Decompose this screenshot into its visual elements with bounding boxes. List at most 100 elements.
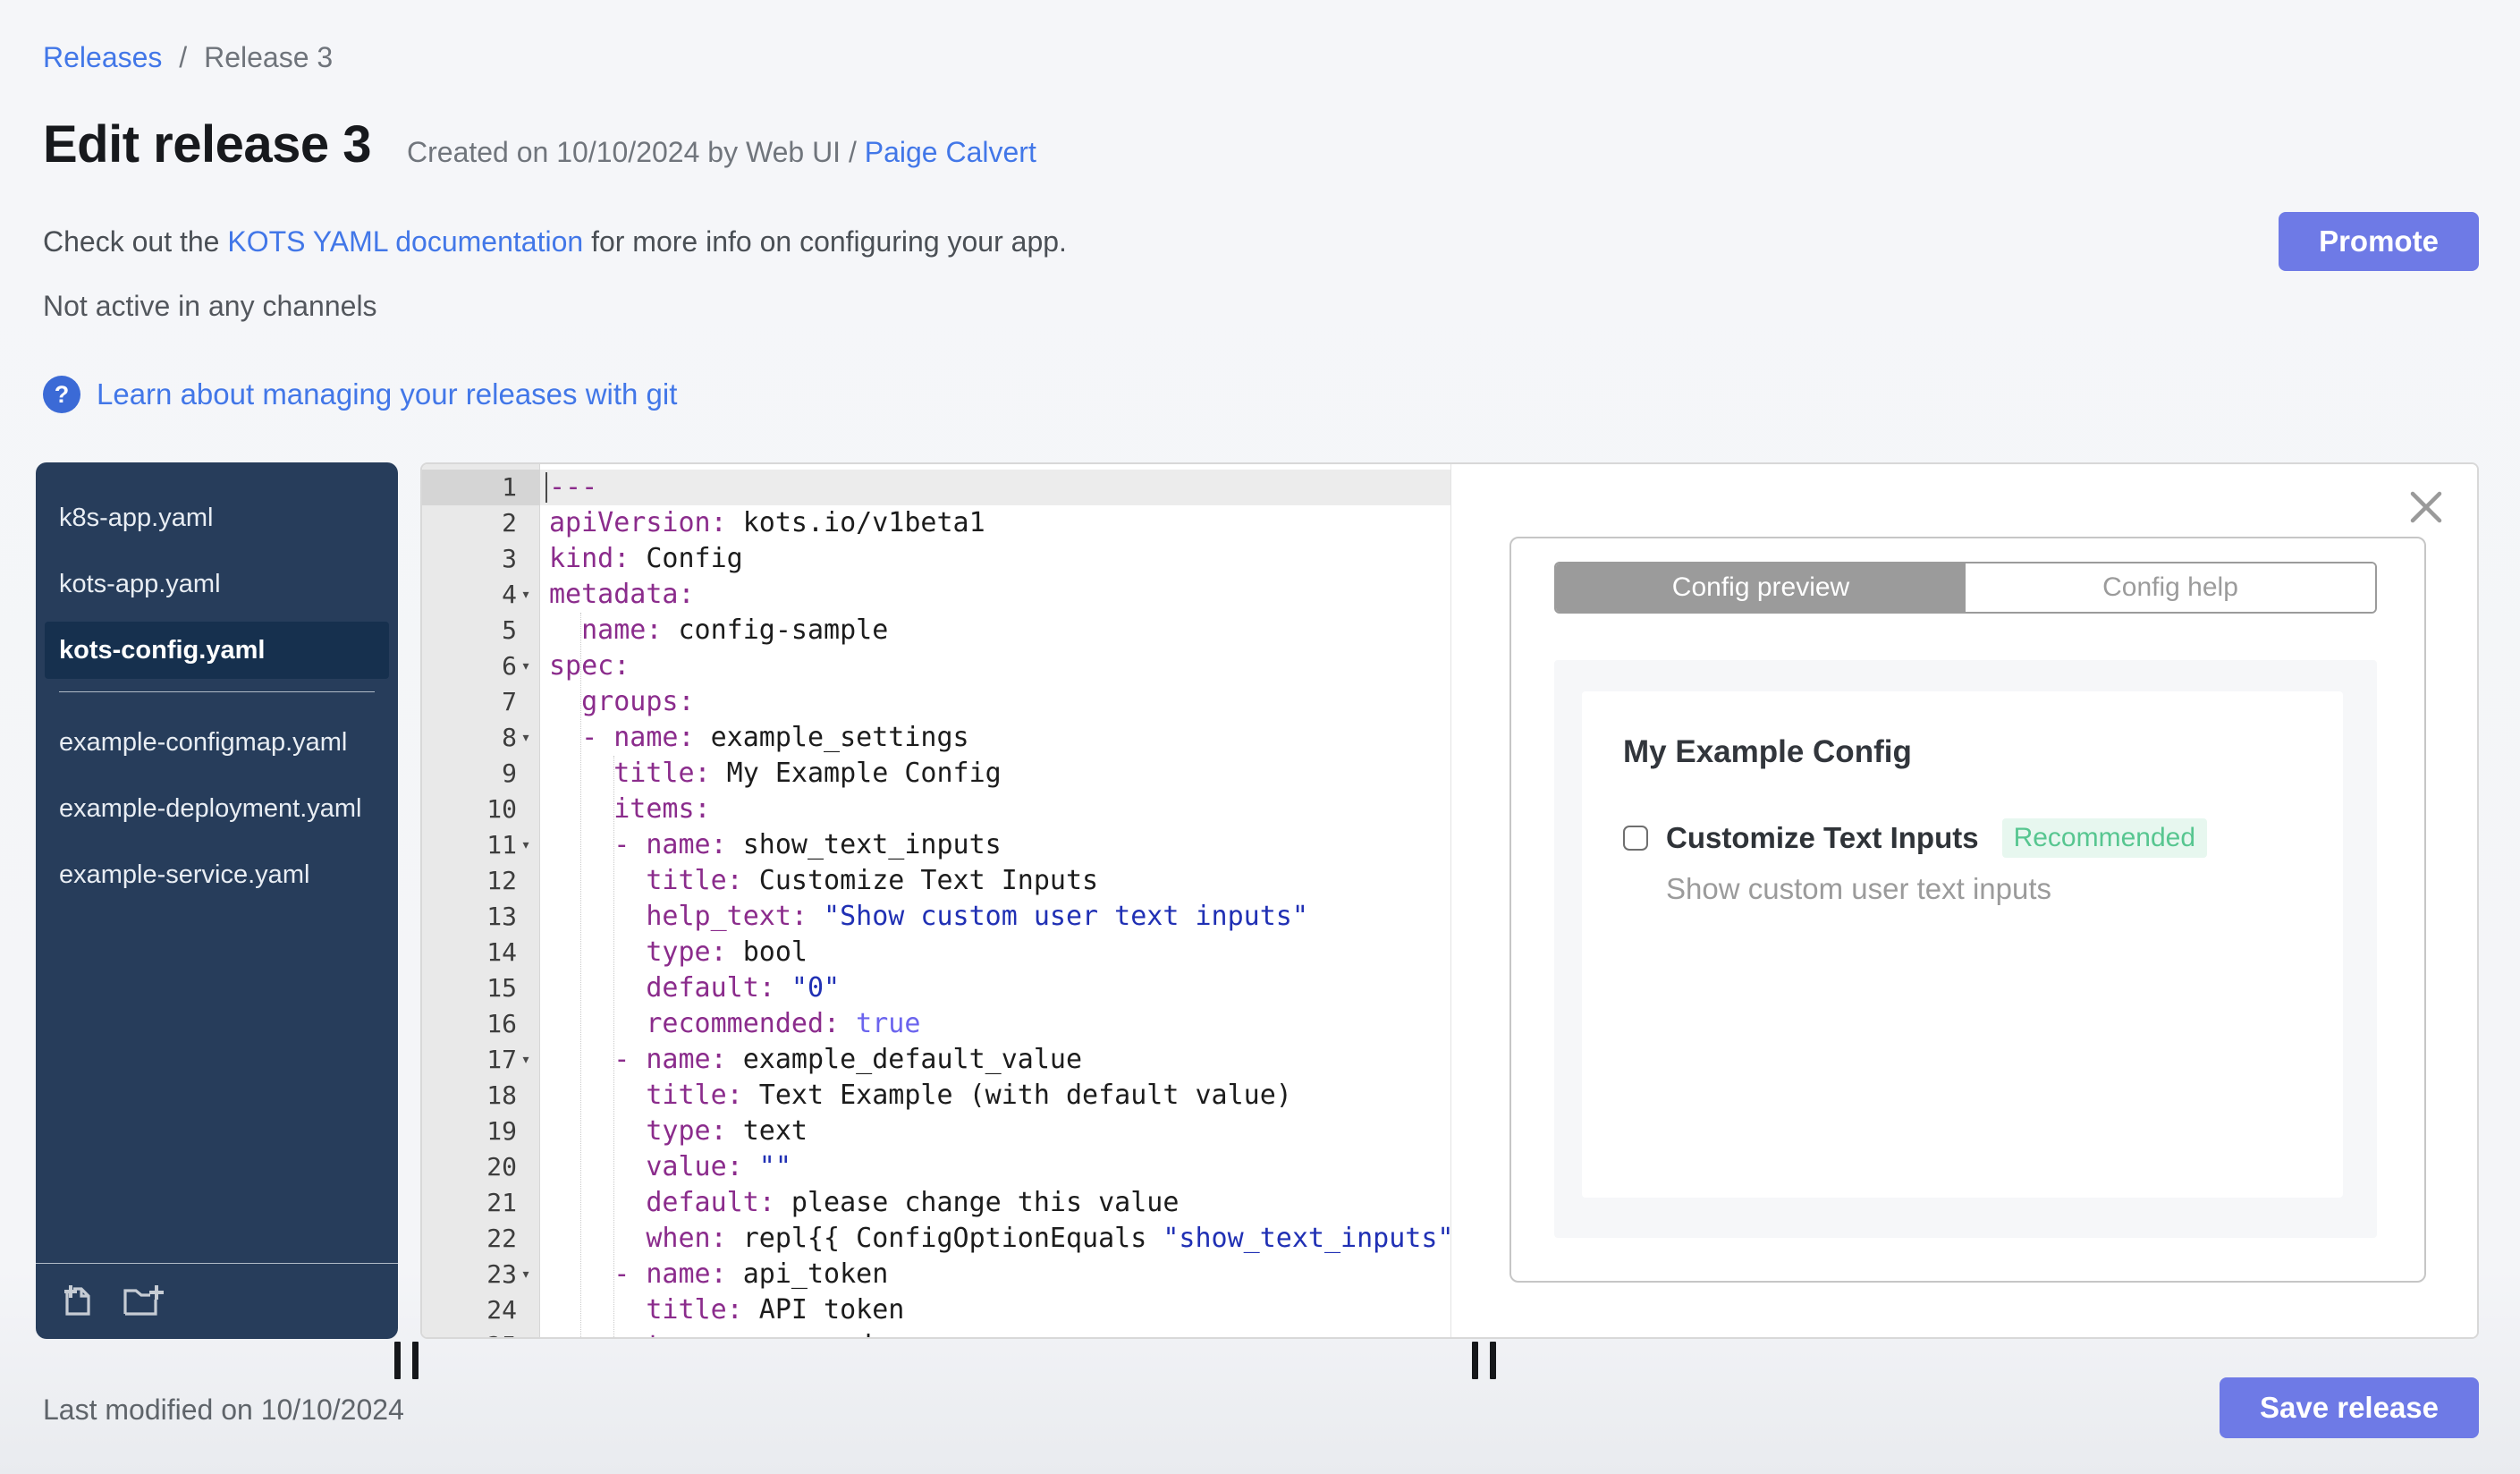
config-group-title: My Example Config xyxy=(1623,734,1912,769)
add-file-button[interactable] xyxy=(57,1280,97,1319)
editor-card: 1 --- 2 apiVersion: kots.io/v1beta1 3 kind: C… xyxy=(420,462,2479,1339)
sidebar-file-kots-config.yaml[interactable]: kots-config.yaml xyxy=(45,622,389,679)
fold-arrow-icon[interactable]: ▾ xyxy=(517,1042,535,1078)
code-line-14[interactable]: 14 type: bool xyxy=(422,935,1450,970)
code-line-content: spec: xyxy=(549,650,630,682)
sidebar-file-example-configmap.yaml[interactable]: example-configmap.yaml xyxy=(45,714,389,771)
code-line-25[interactable]: 25 type: password xyxy=(422,1328,1450,1337)
sidebar-file-example-deployment.yaml[interactable]: example-deployment.yaml xyxy=(45,780,389,837)
code-line-13[interactable]: 13 help_text: "Show custom user text inp… xyxy=(422,899,1450,935)
code-line-16[interactable]: 16 recommended: true xyxy=(422,1006,1450,1042)
preview-resize-handle[interactable] xyxy=(1472,1342,1499,1379)
code-line-8[interactable]: 8 ▾ - name: example_settings xyxy=(422,720,1450,756)
line-number: 19 xyxy=(486,1116,517,1146)
code-line-19[interactable]: 19 type: text xyxy=(422,1114,1450,1149)
breadcrumb-separator: / xyxy=(179,41,188,73)
line-number: 3 xyxy=(502,544,517,573)
author-link[interactable]: Paige Calvert xyxy=(865,136,1036,168)
code-line-18[interactable]: 18 title: Text Example (with default val… xyxy=(422,1078,1450,1114)
close-preview-button[interactable] xyxy=(2407,488,2445,526)
line-number: 23 ▾ xyxy=(422,1257,540,1292)
config-item-label: Customize Text Inputs xyxy=(1666,821,1979,854)
sidebar-file-kots-app.yaml[interactable]: kots-app.yaml xyxy=(45,555,389,613)
code-line-21[interactable]: 21 default: please change this value xyxy=(422,1185,1450,1221)
config-preview-column: Config preview Config help My Example Co… xyxy=(1450,464,2477,1337)
preview-body: My Example Config Customize Text Inputs … xyxy=(1554,660,2377,1238)
customize-text-inputs-checkbox[interactable] xyxy=(1623,826,1648,851)
code-line-content: title: API token xyxy=(549,1294,905,1326)
add-folder-button[interactable] xyxy=(120,1280,166,1319)
code-line-content: - name: example_default_value xyxy=(549,1044,1083,1075)
tab-config-help[interactable]: Config help xyxy=(1966,563,2375,612)
code-line-1[interactable]: 1 --- xyxy=(422,470,1450,505)
line-number: 12 xyxy=(486,866,517,895)
line-number: 22 xyxy=(486,1224,517,1253)
code-line-content: type: bool xyxy=(549,936,808,968)
git-releases-link[interactable]: Learn about managing your releases with … xyxy=(97,377,677,411)
breadcrumb: Releases / Release 3 xyxy=(43,41,333,74)
kots-yaml-doc-link[interactable]: KOTS YAML documentation xyxy=(227,225,583,258)
code-line-23[interactable]: 23 ▾ - name: api_token xyxy=(422,1257,1450,1292)
code-line-24[interactable]: 24 title: API token xyxy=(422,1292,1450,1328)
code-line-content: - name: show_text_inputs xyxy=(549,829,1002,860)
code-line-content: type: text xyxy=(549,1115,808,1147)
line-number: 18 xyxy=(486,1080,517,1110)
code-line-17[interactable]: 17 ▾ - name: example_default_value xyxy=(422,1042,1450,1078)
sidebar-actions xyxy=(36,1263,398,1339)
code-line-5[interactable]: 5 name: config-sample xyxy=(422,613,1450,648)
save-release-button[interactable]: Save release xyxy=(2220,1377,2479,1438)
code-line-6[interactable]: 6 ▾ spec: xyxy=(422,648,1450,684)
page-title: Edit release 3 xyxy=(43,115,372,174)
line-number: 4 ▾ xyxy=(422,577,540,613)
sidebar-file-example-service.yaml[interactable]: example-service.yaml xyxy=(45,846,389,903)
yaml-code-editor[interactable]: 1 --- 2 apiVersion: kots.io/v1beta1 3 kind: C… xyxy=(422,464,1450,1337)
preview-tabs: Config preview Config help xyxy=(1554,562,2377,614)
code-line-7[interactable]: 7 groups: xyxy=(422,684,1450,720)
line-number: 7 xyxy=(502,687,517,716)
code-line-2[interactable]: 2 apiVersion: kots.io/v1beta1 xyxy=(422,505,1450,541)
fold-arrow-icon[interactable]: ▾ xyxy=(517,720,535,756)
code-line-22[interactable]: 22 when: repl{{ ConfigOptionEquals "show… xyxy=(422,1221,1450,1257)
code-line-content: type: password xyxy=(540,1328,1450,1337)
code-line-4[interactable]: 4 ▾ metadata: xyxy=(422,577,1450,613)
tab-config-preview[interactable]: Config preview xyxy=(1556,563,1966,612)
code-line-11[interactable]: 11 ▾ - name: show_text_inputs xyxy=(422,827,1450,863)
file-sidebar: k8s-app.yaml kots-app.yaml kots-config.yam… xyxy=(36,462,398,1339)
line-number: 17 ▾ xyxy=(422,1042,540,1078)
breadcrumb-current: Release 3 xyxy=(204,41,334,73)
doc-notice-suffix: for more info on configuring your app. xyxy=(583,225,1067,258)
fold-arrow-icon[interactable]: ▾ xyxy=(517,827,535,863)
created-text: Created on 10/10/2024 by Web UI / xyxy=(407,136,865,168)
fold-arrow-icon[interactable]: ▾ xyxy=(517,648,535,684)
code-line-9[interactable]: 9 title: My Example Config xyxy=(422,756,1450,792)
code-line-20[interactable]: 20 value: "" xyxy=(422,1149,1450,1185)
code-line-content: apiVersion: kots.io/v1beta1 xyxy=(549,507,985,538)
sidebar-divider xyxy=(59,691,375,692)
code-line-content: --- xyxy=(540,470,1450,505)
add-folder-icon xyxy=(120,1280,166,1319)
promote-button[interactable]: Promote xyxy=(2279,212,2479,271)
code-line-3[interactable]: 3 kind: Config xyxy=(422,541,1450,577)
add-file-icon xyxy=(57,1280,97,1319)
code-line-12[interactable]: 12 title: Customize Text Inputs xyxy=(422,863,1450,899)
line-number: 25 xyxy=(422,1328,540,1337)
edit-release-page: Releases / Release 3 Edit release 3 Crea… xyxy=(0,0,2520,1474)
channel-status: Not active in any channels xyxy=(43,290,377,322)
breadcrumb-releases-link[interactable]: Releases xyxy=(43,41,162,73)
code-line-content: name: config-sample xyxy=(549,614,889,646)
line-number: 8 ▾ xyxy=(422,720,540,756)
code-line-content: title: My Example Config xyxy=(549,758,1002,789)
line-number: 15 xyxy=(486,973,517,1003)
line-number: 16 xyxy=(486,1009,517,1038)
line-number: 13 xyxy=(486,902,517,931)
fold-arrow-icon[interactable]: ▾ xyxy=(517,1257,535,1292)
sidebar-file-k8s-app.yaml[interactable]: k8s-app.yaml xyxy=(45,489,389,546)
fold-arrow-icon[interactable]: ▾ xyxy=(517,577,535,613)
code-line-10[interactable]: 10 items: xyxy=(422,792,1450,827)
code-line-content: groups: xyxy=(549,686,695,717)
release-workspace: k8s-app.yaml kots-app.yaml kots-config.yam… xyxy=(36,462,2479,1379)
code-line-15[interactable]: 15 default: "0" xyxy=(422,970,1450,1006)
code-line-content: when: repl{{ ConfigOptionEquals "show_te… xyxy=(549,1223,1450,1254)
sidebar-resize-handle[interactable] xyxy=(394,1342,421,1379)
code-line-content: - name: api_token xyxy=(549,1258,889,1290)
